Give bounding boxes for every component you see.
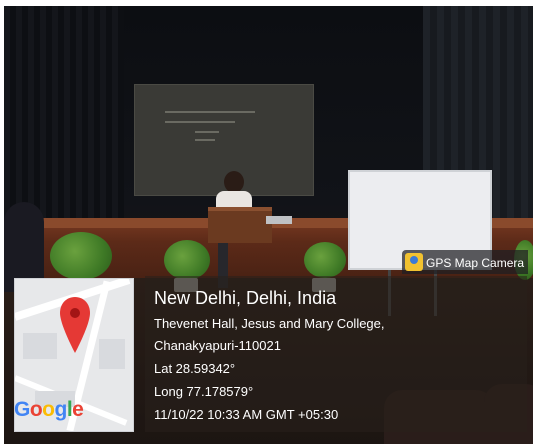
google-logo-letter: o: [42, 398, 55, 421]
potted-plant: [164, 240, 210, 280]
timestamp: 11/10/22 10:33 AM GMT +05:30: [154, 407, 339, 422]
address-line-2: Chanakyapuri-110021: [154, 338, 281, 353]
google-logo-letter: g: [54, 398, 68, 421]
gps-map-camera-icon: [405, 253, 423, 271]
potted-plant: [304, 242, 346, 278]
map-pin-icon: [60, 297, 90, 353]
speaker-head: [224, 171, 244, 193]
gps-camera-label: GPS Map Camera: [426, 256, 525, 270]
longitude: Long 77.178579°: [154, 384, 254, 399]
google-logo-letter: o: [29, 398, 43, 421]
address-line-1: Thevenet Hall, Jesus and Mary College,: [154, 316, 385, 331]
podium: [208, 207, 272, 243]
google-logo-letter: e: [72, 398, 84, 421]
laptop: [266, 216, 292, 224]
location-title: New Delhi, Delhi, India: [154, 288, 337, 308]
google-logo: Google: [14, 398, 84, 422]
google-logo-letter: G: [14, 398, 30, 421]
latitude: Lat 28.59342°: [154, 361, 236, 376]
potted-plant: [50, 232, 112, 280]
